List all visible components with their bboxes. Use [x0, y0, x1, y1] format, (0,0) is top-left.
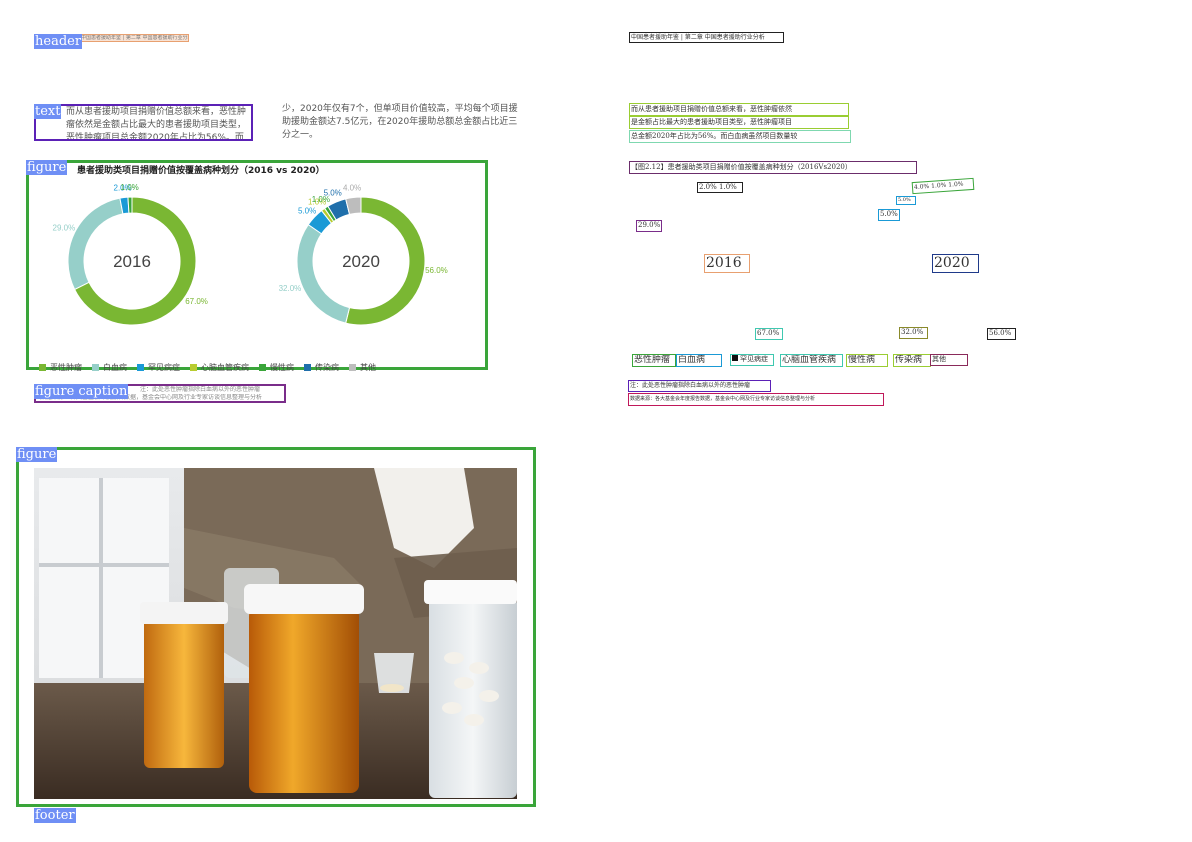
legend-item-3: 心脑血管疾病 [190, 362, 249, 373]
paragraph-left: 而从患者援助项目捐赠价值总额来看，恶性肿瘤依然是金额占比最大的患者援助项目类型，… [66, 107, 247, 141]
legend-item-5: 传染病 [304, 362, 339, 373]
right-lbl-29: 29.0% [636, 220, 662, 232]
data-label-2016-恶性肿瘤: 67.0% [185, 297, 208, 306]
chart-figure: 患者援助类项目捐赠价值按覆盖病种划分（2016 vs 2020） 67.0% 29… [26, 160, 488, 372]
data-label-2020-传染病: 5.0% [324, 189, 342, 198]
legend-label: 罕见病症 [148, 363, 180, 372]
right-year-2020: 2020 [932, 254, 979, 273]
text-tag: text [34, 104, 62, 119]
right-text-line1: 而从患者援助项目捐赠价值总额来看，恶性肿瘤依然 [629, 103, 849, 116]
data-label-2016-慢性病: 1.0% [121, 183, 139, 192]
right-lbl-2016-small: 2.0% 1.0% [697, 182, 743, 193]
legend-label: 恶性肿瘤 [50, 363, 82, 372]
legend-swatch-icon [732, 355, 738, 361]
figure-tag: figure [26, 160, 68, 175]
legend-item-6: 其他 [349, 362, 376, 373]
paragraph-right: 少，2020年仅有7个，但单项目价值较高，平均每个项目援助援助金额达7.5亿元，… [282, 104, 518, 140]
right-year-2016: 2016 [704, 254, 750, 273]
donut-center-label-2016: 2016 [113, 252, 151, 271]
header-box: 中国患者援助年鉴 | 第二章 中国患者援助行业分析 [80, 34, 189, 42]
legend-swatch [259, 364, 266, 371]
header-tag: header [34, 34, 83, 49]
legend-label: 其他 [360, 363, 376, 372]
footer-tag: footer [34, 808, 76, 823]
right-legend-5: 传染病 [893, 354, 931, 367]
right-legend-3: 心脑血管疾病 [780, 354, 843, 367]
donut-slice-2016-白血病 [67, 197, 124, 291]
data-label-2016-白血病: 29.0% [53, 223, 76, 232]
right-legend-6: 其他 [930, 354, 968, 366]
right-lbl-67: 67.0% [755, 328, 783, 340]
donut-center-label-2020: 2020 [342, 252, 380, 271]
figure2-tag: figure [16, 447, 58, 462]
legend-swatch [137, 364, 144, 371]
legend-swatch [92, 364, 99, 371]
donut-slice-2016-慢性病 [127, 196, 133, 214]
photo-figure [16, 447, 536, 807]
right-source: 数据来源：各大基金会年度报告数据，基金会中心网及行业专家访谈信息整理与分析 [628, 393, 884, 406]
right-lbl-56: 56.0% [987, 328, 1016, 340]
legend-item-1: 白血病 [92, 362, 127, 373]
chart-legend: 恶性肿瘤 白血病 罕见病症 心脑血管疾病 慢性病 传染病 其他 [39, 356, 386, 375]
data-label-2020-白血病: 32.0% [279, 284, 302, 293]
right-lbl-5b: 5.0% [878, 209, 900, 221]
legend-swatch [190, 364, 197, 371]
donut-slice-2020-白血病 [296, 223, 351, 324]
right-legend-2-label: 罕见病症 [740, 355, 768, 363]
right-header: 中国患者援助年鉴 | 第二章 中国患者援助行业分析 [629, 32, 784, 43]
right-text-line3: 总金额2020年占比为56%。而白血病虽然项目数量较 [629, 130, 851, 143]
right-legend-1: 白血病 [676, 354, 722, 367]
legend-swatch [349, 364, 356, 371]
right-legend-4: 慢性病 [846, 354, 888, 367]
legend-swatch [39, 364, 46, 371]
right-note: 注：此处恶性肿瘤指除白血病以外的恶性肿瘤 [628, 380, 771, 392]
legend-item-4: 慢性病 [259, 362, 294, 373]
right-lbl-32: 32.0% [899, 327, 928, 339]
right-lbl-5a: 5.0% [896, 196, 916, 205]
data-label-2020-其他: 4.0% [343, 184, 361, 193]
legend-item-0: 恶性肿瘤 [39, 362, 82, 373]
text-box: 而从患者援助项目捐赠价值总额来看，恶性肿瘤依然是金额占比最大的患者援助项目类型，… [34, 104, 253, 141]
right-lbl-2020-small: 4.0% 1.0% 1.0% [911, 177, 975, 195]
right-figure-title: 【图2.12】患者援助类项目捐赠价值按覆盖病种划分（2016Vs2020） [629, 161, 917, 174]
figure-caption-tag: figure caption [34, 384, 129, 399]
data-label-2020-罕见病症: 5.0% [298, 206, 316, 215]
legend-label: 慢性病 [270, 363, 294, 372]
legend-label: 传染病 [315, 363, 339, 372]
donut-charts-svg: 67.0%29.0%2.0%1.0%2016 56.0%32.0%5.0%1.0%… [53, 183, 448, 326]
legend-swatch [304, 364, 311, 371]
header-text: 中国患者援助年鉴 | 第二章 中国患者援助行业分析 [81, 35, 188, 41]
right-legend-0: 恶性肿瘤 [632, 354, 676, 367]
legend-item-2: 罕见病症 [137, 362, 180, 373]
data-label-2020-恶性肿瘤: 56.0% [425, 266, 448, 275]
legend-label: 白血病 [103, 363, 127, 372]
right-text-line2: 是金额占比最大的患者援助项目类型，恶性肿瘤项目 [629, 116, 849, 129]
medicine-bottles-photo [34, 468, 517, 799]
right-legend-2: 罕见病症 [730, 354, 774, 366]
legend-label: 心脑血管疾病 [201, 363, 249, 372]
